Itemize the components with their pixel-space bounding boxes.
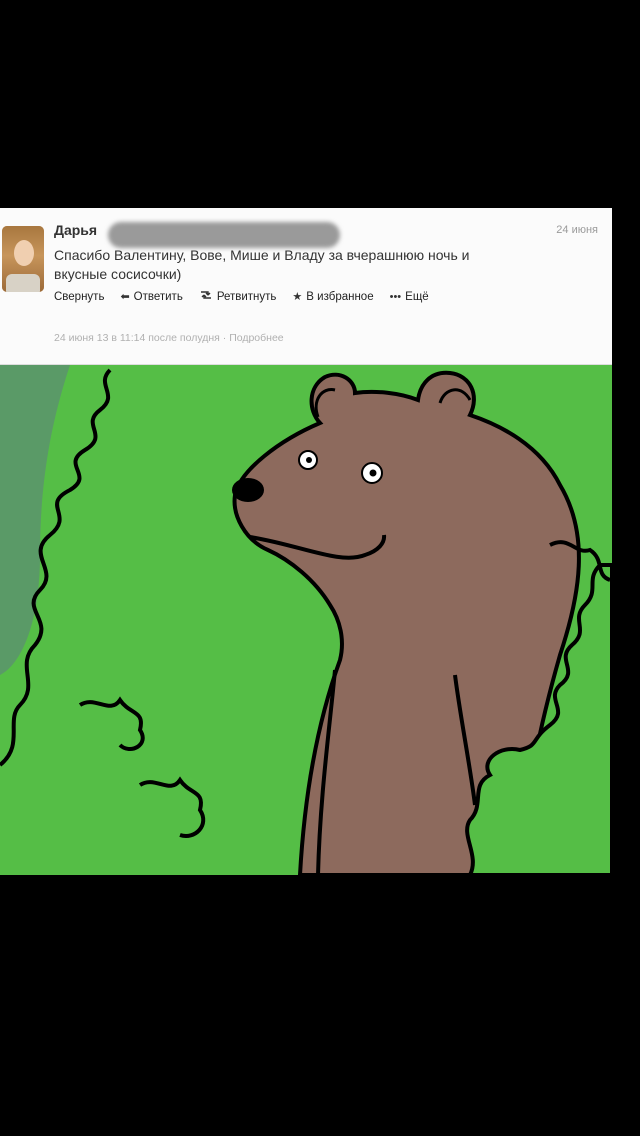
reply-arrow-icon: ⬅ — [120, 291, 130, 303]
tweet-text-line-2: вкусные сосисочки) — [54, 266, 182, 282]
bear-nose — [232, 478, 264, 502]
reply-label: Ответить — [133, 290, 183, 303]
collapse-button[interactable]: Свернуть — [54, 291, 104, 303]
more-button[interactable]: ••• Ещё — [390, 291, 429, 303]
collapse-label: Свернуть — [54, 290, 105, 303]
redacted-username — [108, 222, 340, 248]
tweet-text-line-1: Спасибо Валентину, Вове, Мише и Владу за… — [54, 247, 470, 263]
bear-right-pupil — [369, 469, 377, 477]
bear-left-pupil — [306, 457, 312, 463]
favorite-button[interactable]: ★ В избранное — [292, 290, 374, 304]
details-link[interactable]: Подробнее — [229, 332, 283, 344]
bear-in-bushes-image — [0, 365, 612, 875]
tweet-timestamp: 24 июня 13 в 11:14 после полудня — [54, 332, 220, 344]
avatar-face — [14, 240, 34, 266]
more-label: Ещё — [405, 290, 429, 303]
tweet-date[interactable]: 24 июня — [556, 224, 598, 236]
meta-separator: · — [222, 332, 227, 344]
avatar[interactable] — [2, 226, 44, 292]
retweet-button[interactable]: Ретвитнуть — [199, 290, 277, 303]
tweet-card: Дарья 24 июня Спасибо Валентину, Вове, М… — [0, 208, 612, 365]
star-icon: ★ — [292, 291, 303, 303]
retweet-icon — [199, 290, 213, 303]
tweet-meta: 24 июня 13 в 11:14 после полудня · Подро… — [54, 332, 284, 344]
tweet-actions: Свернуть ⬅ Ответить Ретвитнуть ★ В избра… — [54, 290, 445, 304]
ellipsis-icon: ••• — [389, 290, 402, 303]
favorite-label: В избранное — [306, 290, 374, 303]
reply-button[interactable]: ⬅ Ответить — [120, 290, 183, 304]
avatar-shirt — [6, 274, 40, 292]
author-name[interactable]: Дарья — [54, 222, 97, 238]
retweet-label: Ретвитнуть — [216, 290, 277, 303]
tweet-text: Спасибо Валентину, Вове, Мише и Владу за… — [54, 246, 594, 284]
